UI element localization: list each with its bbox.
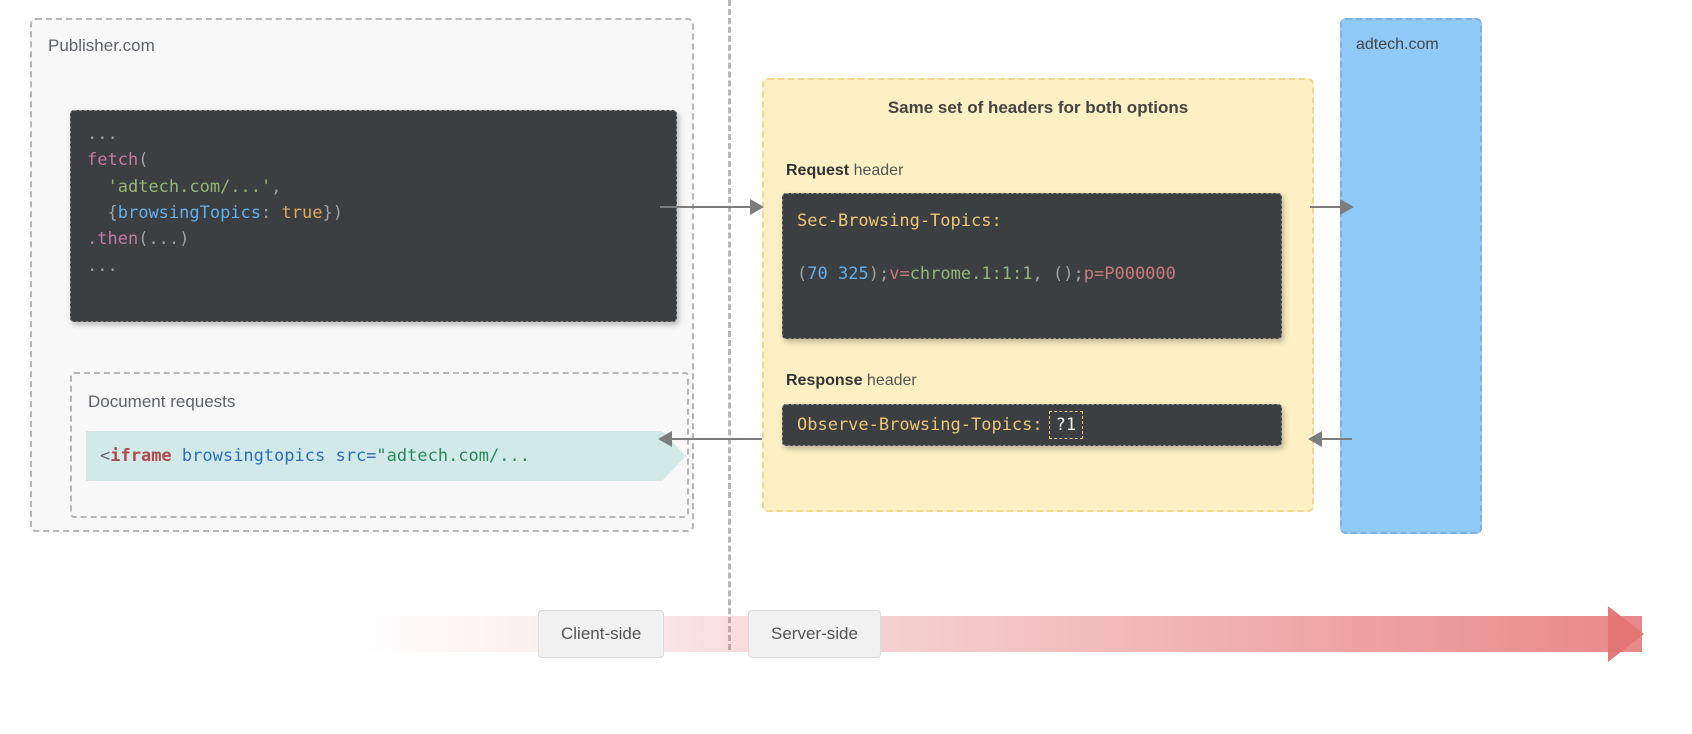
headers-panel: Same set of headers for both options Req…	[762, 78, 1314, 512]
arrow-fetch-to-headers	[660, 206, 762, 208]
arrow-response-to-publisher	[660, 438, 762, 440]
code-colon: :	[261, 203, 271, 223]
code-opt-key: browsingTopics	[118, 203, 261, 223]
code-paren-close: )	[333, 203, 343, 223]
iframe-attr: browsingtopics	[182, 446, 325, 466]
req-paren1: (	[797, 264, 807, 284]
resp-value-box: ?1	[1049, 411, 1083, 439]
req-vkey: v=	[889, 264, 909, 284]
code-true: true	[282, 203, 323, 223]
code-fetch: fetch	[87, 150, 138, 170]
request-header-code: Sec-Browsing-Topics: (70 325);v=chrome.1…	[782, 193, 1282, 339]
iframe-tag: iframe	[110, 446, 171, 466]
iframe-lt: <	[100, 446, 110, 466]
req-comma: ,	[1033, 264, 1043, 284]
adtech-label: adtech.com	[1356, 36, 1439, 54]
iframe-chip: <iframe browsingtopics src="adtech.com/.…	[86, 431, 686, 481]
document-requests-panel: Document requests <iframe browsingtopics…	[70, 372, 689, 518]
code-comma: ,	[271, 177, 281, 197]
req-paren2: ()	[1053, 264, 1073, 284]
publisher-panel: Publisher.com ... fetch( 'adtech.com/...…	[30, 18, 694, 532]
req-vval: chrome.1:1:1	[910, 264, 1033, 284]
req-pkey: p=	[1084, 264, 1104, 284]
client-side-chip: Client-side	[538, 610, 664, 658]
headers-title: Same set of headers for both options	[764, 98, 1312, 118]
client-server-divider	[728, 0, 731, 650]
code-ellipsis-2: ...	[87, 256, 118, 276]
req-header-name: Sec-Browsing-Topics:	[797, 211, 1002, 231]
code-then: .then	[87, 229, 138, 249]
code-brace-close: }	[322, 203, 332, 223]
code-brace-open: {	[107, 203, 117, 223]
req-n1: 70	[807, 264, 827, 284]
arrow-headers-to-adtech	[1310, 206, 1352, 208]
req-semi1: ;	[879, 264, 889, 284]
code-paren-open: (	[138, 150, 148, 170]
resp-header-name: Observe-Browsing-Topics:	[797, 412, 1043, 438]
response-header-label: Response header	[786, 372, 917, 390]
code-url: 'adtech.com/...'	[107, 177, 271, 197]
iframe-src-key: src=	[335, 446, 376, 466]
fetch-code-block: ... fetch( 'adtech.com/...', {browsingTo…	[70, 110, 677, 322]
arrow-adtech-to-headers	[1310, 438, 1352, 440]
request-header-label: Request header	[786, 162, 903, 180]
code-ellipsis: ...	[87, 124, 118, 144]
iframe-src-val: "adtech.com/...	[376, 446, 530, 466]
req-n2: 325	[838, 264, 869, 284]
req-pval: P000000	[1104, 264, 1176, 284]
req-semi2: ;	[1074, 264, 1084, 284]
code-then-args: (...)	[138, 229, 189, 249]
response-header-code: Observe-Browsing-Topics: ?1	[782, 404, 1282, 446]
adtech-panel: adtech.com	[1340, 18, 1482, 534]
document-requests-label: Document requests	[88, 392, 235, 412]
server-side-chip: Server-side	[748, 610, 881, 658]
req-paren1c: )	[869, 264, 879, 284]
publisher-label: Publisher.com	[48, 36, 155, 56]
